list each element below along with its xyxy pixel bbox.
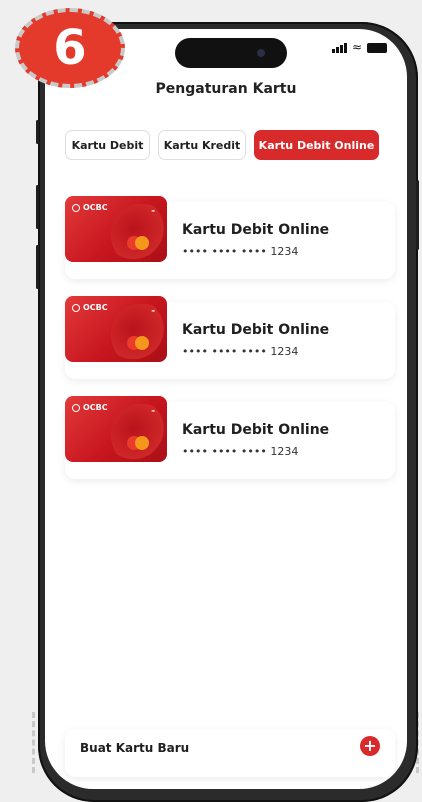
mastercard-icon	[127, 236, 149, 250]
card-detail-mark: ▬	[151, 208, 155, 213]
page-title: Pengaturan Kartu	[155, 81, 297, 97]
card-detail-mark: ▬	[151, 308, 155, 313]
tab-kartu-debit-online[interactable]: Kartu Debit Online	[254, 130, 379, 160]
ocbc-logo-icon: OCBC	[72, 303, 108, 312]
card-name: Kartu Debit Online	[182, 222, 330, 238]
tab-kartu-kredit[interactable]: Kartu Kredit	[158, 130, 246, 160]
card-image: OCBC ▬	[65, 196, 167, 262]
wifi-icon: ≈	[351, 40, 362, 54]
card-image: OCBC ▬	[65, 396, 167, 462]
card-list-item[interactable]: OCBC ▬ Kartu Debit Online •••• •••• ••••…	[65, 296, 395, 379]
card-number: •••• •••• •••• 1234	[182, 345, 299, 358]
card-name: Kartu Debit Online	[182, 422, 330, 438]
status-icons: ≈	[331, 40, 387, 54]
guide-dash-left	[32, 712, 35, 773]
dynamic-island	[175, 38, 287, 68]
card-image: OCBC ▬	[65, 296, 167, 362]
volume-down-button	[36, 245, 39, 289]
ocbc-logo-icon: OCBC	[72, 403, 108, 412]
card-pattern	[111, 304, 167, 362]
mastercard-icon	[127, 336, 149, 350]
signal-icon	[331, 43, 347, 53]
card-detail-mark: ▬	[151, 408, 155, 413]
create-card-bar[interactable]: Buat Kartu Baru +	[65, 729, 395, 777]
side-button	[36, 120, 39, 144]
card-number: •••• •••• •••• 1234	[182, 245, 299, 258]
card-name: Kartu Debit Online	[182, 322, 330, 338]
step-badge: 6	[15, 8, 125, 88]
mastercard-icon	[127, 436, 149, 450]
volume-up-button	[36, 185, 39, 229]
camera-icon	[257, 49, 265, 57]
plus-circle-icon[interactable]: +	[360, 736, 380, 756]
power-button	[416, 180, 419, 250]
card-pattern	[111, 404, 167, 462]
card-number: •••• •••• •••• 1234	[182, 445, 299, 458]
create-card-label: Buat Kartu Baru	[80, 741, 190, 755]
tab-kartu-debit[interactable]: Kartu Debit	[65, 130, 150, 160]
phone-screen: ≈ Pengaturan Kartu Kartu Debit Kartu Kre…	[45, 29, 407, 789]
ocbc-logo-icon: OCBC	[72, 203, 108, 212]
battery-icon	[367, 43, 387, 53]
card-list-item[interactable]: OCBC ▬ Kartu Debit Online •••• •••• ••••…	[65, 196, 395, 279]
card-list-item[interactable]: OCBC ▬ Kartu Debit Online •••• •••• ••••…	[65, 396, 395, 479]
card-pattern	[111, 204, 167, 262]
